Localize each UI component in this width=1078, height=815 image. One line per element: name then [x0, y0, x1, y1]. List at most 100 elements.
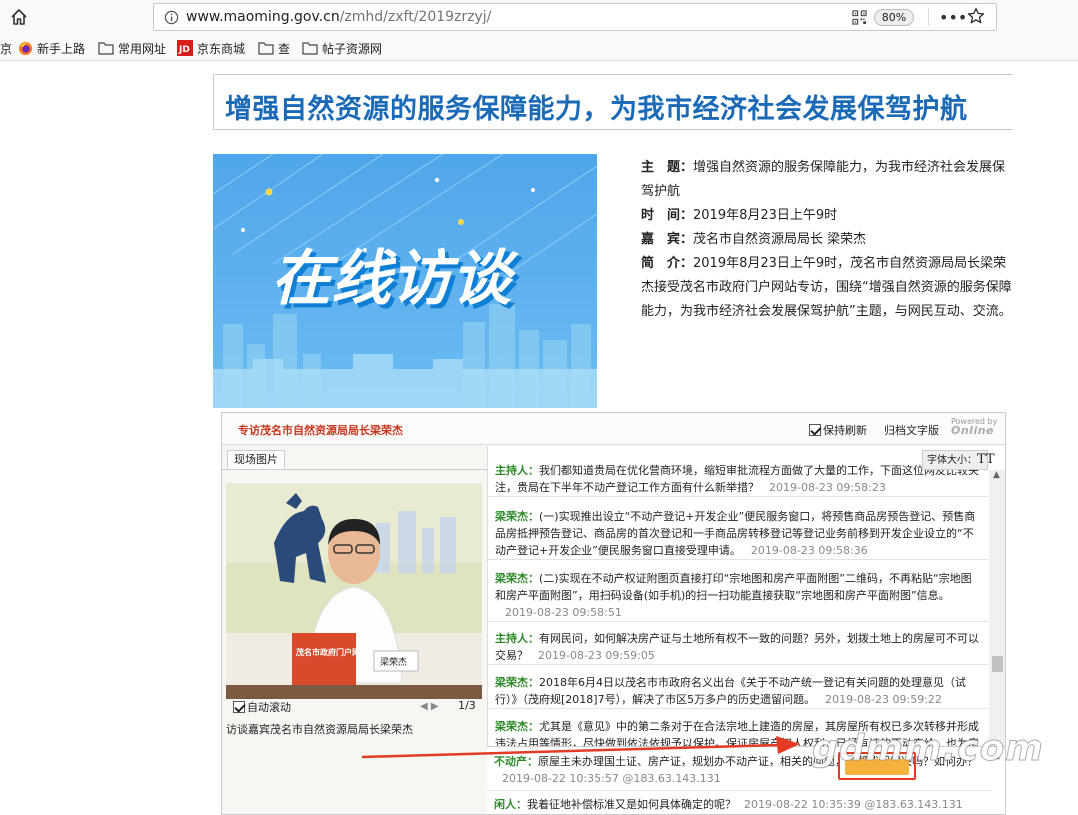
bookmark-item[interactable]: 查 [258, 39, 290, 57]
folder-icon [98, 42, 114, 55]
transcript-message: 主持人：我们都知道贵局在优化营商环境，缩短审批流程方面做了大量的工作，下面这位网… [488, 462, 988, 497]
bookmark-label: 帖子资源网 [322, 41, 383, 56]
info-time-value: 2019年8月23日上午9时 [693, 208, 838, 223]
archive-text-link[interactable]: 归档文字版 [884, 422, 939, 438]
widget-header: 专访茂名市自然资源局局长梁荣杰 保持刷新 归档文字版 Powered by On… [222, 413, 1005, 445]
photo-prev-next-icon[interactable]: ◀ ▶ [420, 701, 439, 712]
question-text: 我着征地补偿标准又是如何具体确定的呢？ [527, 798, 736, 811]
headline-box: 增强自然资源的服务保障能力，为我市经济社会发展保驾护航 [213, 74, 1013, 130]
font-size-control[interactable]: 字体大小：TT [922, 450, 995, 470]
photo-caption: 访谈嘉宾茂名市自然资源局局长梁荣杰 [226, 723, 413, 736]
tab-divider [222, 469, 487, 470]
bookmark-label: 查 [278, 41, 291, 56]
qr-code-icon[interactable] [852, 10, 867, 25]
bookmark-item[interactable]: 常用网址 [98, 39, 166, 57]
photo-nameplate-text: 梁荣杰 [380, 656, 407, 668]
info-intro-value: 2019年8月23日上午9时，茂名市自然资源局局长梁荣杰接受茂名市政府门户网站专… [641, 256, 1012, 319]
jd-icon: JD [177, 40, 193, 56]
speaker-name: 梁荣杰： [495, 510, 539, 523]
url-path: /zmhd/zxft/2019zrzyj/ [339, 9, 492, 25]
auto-scroll-label: 自动滚动 [247, 701, 291, 714]
bookmark-item[interactable]: 帖子资源网 [302, 39, 382, 57]
message-time: 2019-08-23 09:58:51 [505, 606, 622, 619]
folder-icon [258, 42, 274, 55]
url-host: www.maoming.gov.cn [186, 9, 340, 25]
scroll-up-icon[interactable]: ▲ [993, 470, 1000, 480]
photo-panel: 现场图片 茂名市政府门户网站 梁荣杰 自动滚动 ◀ ▶ 1/3 访谈嘉宾茂名市自… [222, 446, 487, 814]
message-time: 2019-08-23 09:59:22 [825, 693, 942, 706]
interview-banner: 在线访谈 在线访谈 [213, 154, 597, 408]
transcript-message: 梁荣杰：(二)实现在不动产权证附图页直接打印“宗地图和房产平面附图”二维码，不再… [488, 570, 988, 622]
keep-refresh-label: 保持刷新 [823, 424, 867, 437]
question-item: 闲人：我着征地补偿标准又是如何具体确定的呢？ 2019-08-22 10:35:3… [494, 796, 994, 813]
info-topic-value: 增强自然资源的服务保障能力，为我市经济社会发展保驾护航 [641, 160, 1006, 199]
info-icon[interactable] [164, 10, 179, 25]
message-text: 我们都知道贵局在优化营商环境，缩短审批流程方面做了大量的工作，下面这位网友比较关… [495, 464, 979, 494]
watermark: gdmm.com [812, 728, 1044, 770]
font-size-label: 字体大小： [927, 455, 977, 466]
bookmark-item[interactable]: 京 [0, 39, 12, 57]
scrollbar-thumb[interactable] [992, 656, 1003, 672]
transcript-message: 梁荣杰：2018年6月4日以茂名市市政府名义出台《关于不动产统一登记有关问题的处… [488, 674, 988, 709]
tab-live-photos[interactable]: 现场图片 [227, 450, 285, 469]
info-intro-label: 简 介： [641, 256, 694, 271]
transcript-message: 梁荣杰：(一)实现推出设立“不动产登记+开发企业”便民服务窗口，将预售商品房预告… [488, 508, 988, 560]
checkbox-checked-icon[interactable] [809, 424, 821, 436]
bookmark-item[interactable]: JD 京东商城 [177, 39, 245, 57]
auto-scroll-checkbox[interactable]: 自动滚动 [233, 699, 291, 715]
speaker-name: 主持人： [495, 632, 539, 645]
checkbox-checked-icon[interactable] [233, 701, 245, 713]
info-guest: 嘉 宾：茂名市自然资源局局长 梁荣杰 [641, 228, 1015, 252]
svg-text:JD: JD [178, 45, 190, 55]
bookmark-label: 常用网址 [118, 41, 167, 56]
logo-text: Online [951, 424, 995, 437]
firefox-icon [18, 41, 33, 55]
speaker-name: 主持人： [495, 464, 539, 477]
speaker-name: 梁荣杰： [495, 720, 539, 733]
question-divider [487, 790, 992, 791]
keep-refresh-checkbox[interactable]: 保持刷新 [809, 422, 867, 438]
folder-icon [302, 42, 318, 55]
info-time: 时 间：2019年8月23日上午9时 [641, 204, 1015, 228]
zoom-level-badge[interactable]: 80% [874, 9, 914, 26]
online-logo: Powered by Online [951, 417, 997, 437]
page-actions-icon[interactable]: ••• [939, 8, 967, 27]
asker-name: 不动产： [494, 755, 538, 768]
message-text: (二)实现在不动产权证附图页直接打印“宗地图和房产平面附图”二维码，不再粘贴“宗… [495, 572, 972, 602]
address-bar-divider [928, 8, 929, 26]
question-time: 2019-08-22 10:35:57 @183.63.143.131 [502, 772, 721, 785]
bookmark-item[interactable]: 新手上路 [18, 39, 85, 57]
message-text: (一)实现推出设立“不动产登记+开发企业”便民服务窗口，将预售商品房预告登记、预… [495, 510, 976, 557]
live-photo[interactable]: 茂名市政府门户网站 梁荣杰 [226, 483, 482, 699]
home-icon[interactable] [9, 7, 29, 27]
widget-title: 专访茂名市自然资源局局长梁荣杰 [238, 424, 403, 437]
transcript-message: 主持人：有网民问，如何解决房产证与土地所有权不一致的问题？另外，划拨土地上的房屋… [488, 630, 988, 665]
asker-name: 闲人： [494, 798, 527, 811]
question-time: 2019-08-22 10:35:39 @183.63.143.131 [744, 798, 963, 811]
page-title: 增强自然资源的服务保障能力，为我市经济社会发展保驾护航 [225, 94, 968, 125]
photo-graphic: 茂名市政府门户网站 梁荣杰 [226, 483, 482, 699]
info-guest-value: 茂名市自然资源局局长 梁荣杰 [693, 232, 867, 247]
banner-title: 在线访谈 [271, 244, 519, 314]
speaker-name: 梁荣杰： [495, 572, 539, 585]
bookmark-label: 京东商城 [197, 41, 246, 56]
font-size-icon[interactable]: TT [977, 452, 995, 467]
bookmarks-toolbar: 京 新手上路 常用网址 JD 京东商城 查 帖子资源网 [0, 34, 1078, 61]
interview-info: 主 题：增强自然资源的服务保障能力，为我市经济社会发展保驾护航 时 间：2019… [641, 156, 1015, 324]
browser-toolbar: www.maoming.gov.cn/zmhd/zxft/2019zrzyj/ … [0, 0, 1078, 34]
info-topic-label: 主 题： [641, 160, 694, 175]
message-time: 2019-08-23 09:59:05 [538, 649, 655, 662]
message-time: 2019-08-23 09:58:36 [750, 544, 868, 557]
url-text[interactable]: www.maoming.gov.cn/zmhd/zxft/2019zrzyj/ [186, 9, 491, 25]
info-topic: 主 题：增强自然资源的服务保障能力，为我市经济社会发展保驾护航 [641, 156, 1015, 204]
banner-graphic: 在线访谈 在线访谈 [213, 154, 597, 408]
photo-page-indicator: 1/3 [458, 699, 476, 712]
bookmark-label: 京 [0, 41, 13, 56]
message-time: 2019-08-23 09:58:23 [769, 481, 886, 494]
address-bar[interactable]: www.maoming.gov.cn/zmhd/zxft/2019zrzyj/ … [153, 3, 997, 31]
bookmark-label: 新手上路 [37, 41, 86, 56]
photo-sign-text: 茂名市政府门户网站 [296, 647, 368, 657]
bookmark-star-icon[interactable] [966, 6, 986, 26]
info-guest-label: 嘉 宾： [641, 232, 694, 247]
info-intro: 简 介：2019年8月23日上午9时，茂名市自然资源局局长梁荣杰接受茂名市政府门… [641, 252, 1015, 324]
